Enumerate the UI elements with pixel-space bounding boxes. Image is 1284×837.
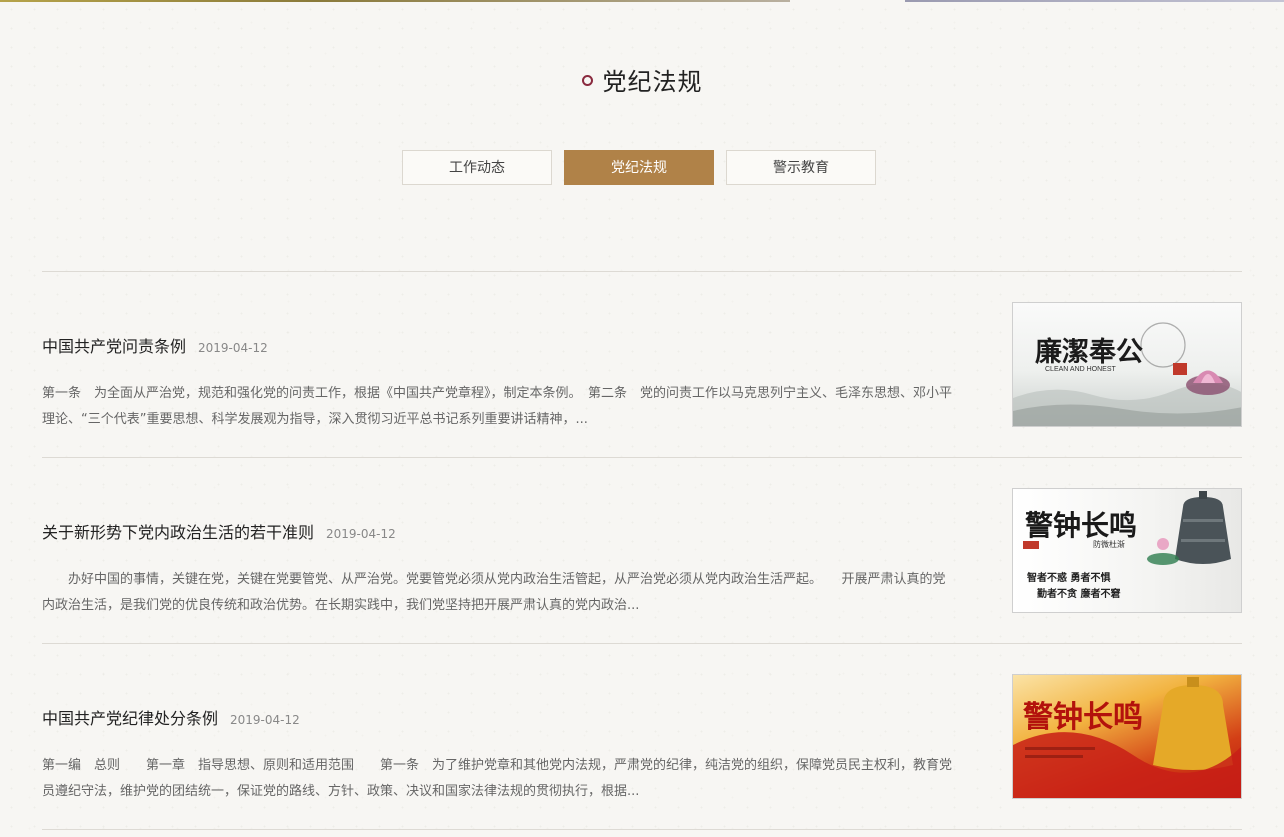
clean-honest-banner: 廉潔奉公 CLEAN AND HONEST	[1013, 322, 1241, 426]
article-date: 2019-04-12	[326, 527, 396, 541]
top-accent-line	[0, 0, 790, 2]
article-title[interactable]: 中国共产党问责条例	[42, 337, 186, 356]
list-divider	[42, 829, 1242, 830]
article-thumbnail[interactable]: 警钟长鸣 防微杜渐 智者不惑 勇者不惧 勤者不贪 廉者不窘	[1012, 488, 1242, 613]
thumb-main-text: 警钟长鸣	[1023, 700, 1143, 735]
article-thumbnail[interactable]: 警钟长鸣	[1012, 674, 1242, 799]
article-excerpt: 第一条 为全面从严治党，规范和强化党的问责工作，根据《中国共产党章程》，制定本条…	[42, 386, 953, 427]
section-title: 党纪法规	[0, 62, 1284, 97]
thumb-line-1: 智者不惑 勇者不惧	[1027, 571, 1110, 584]
article-excerpt: 第一编 总则 第一章 指导思想、原则和适用范围 第一条 为了维护党章和其他党内法…	[42, 758, 953, 799]
tab-warning-education[interactable]: 警示教育	[726, 150, 876, 185]
list-divider	[42, 271, 1242, 272]
article-title[interactable]: 关于新形势下党内政治生活的若干准则	[42, 523, 314, 542]
thumb-main-text: 警钟长鸣	[1025, 509, 1137, 542]
bell-red-banner: 警钟长鸣	[1013, 677, 1241, 798]
article-excerpt: 办好中国的事情，关键在党，关键在党要管党、从严治党。党要管党必须从党内政治生活管…	[42, 572, 946, 613]
tab-work-news[interactable]: 工作动态	[402, 150, 552, 185]
thumb-line-2: 勤者不贪 廉者不窘	[1037, 587, 1120, 600]
article-thumbnail[interactable]: 廉潔奉公 CLEAN AND HONEST	[1012, 302, 1242, 427]
tab-party-regulations[interactable]: 党纪法规	[564, 150, 714, 185]
article-date: 2019-04-12	[198, 341, 268, 355]
section-title-text: 党纪法规	[602, 68, 703, 96]
warning-bell-banner: 警钟长鸣 防微杜渐 智者不惑 勇者不惧 勤者不贪 廉者不窘	[1023, 491, 1231, 600]
title-ring-icon	[581, 75, 593, 86]
list-divider	[42, 643, 1242, 644]
category-tabs: 工作动态 党纪法规 警示教育	[402, 150, 876, 185]
article-title[interactable]: 中国共产党纪律处分条例	[42, 709, 218, 728]
list-divider	[42, 457, 1242, 458]
article-date: 2019-04-12	[230, 713, 300, 727]
thumb-main-text: 廉潔奉公	[1035, 336, 1143, 368]
thumb-sub-text: 防微杜渐	[1093, 539, 1125, 549]
thumb-sub-text: CLEAN AND HONEST	[1045, 366, 1117, 373]
top-accent-line-right	[905, 0, 1284, 2]
